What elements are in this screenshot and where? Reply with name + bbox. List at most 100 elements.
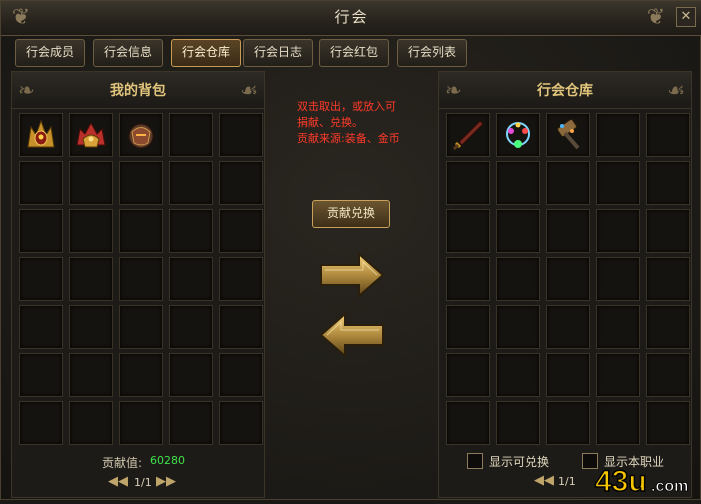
warehouse-slot[interactable] <box>596 257 640 301</box>
warehouse-slot[interactable] <box>646 305 690 349</box>
bag-slot[interactable] <box>219 209 263 253</box>
warehouse-hint: 双击取出，或放入可 捐献、兑换。 贡献来源:装备、金币 <box>297 99 437 147</box>
tab-red-packet[interactable]: 行会红包 <box>319 39 389 67</box>
tab-guild-list[interactable]: 行会列表 <box>397 39 467 67</box>
warehouse-slot[interactable] <box>496 401 540 445</box>
bag-slot[interactable] <box>69 209 113 253</box>
helmet-red-icon[interactable] <box>73 117 109 153</box>
warehouse-slot[interactable] <box>646 161 690 205</box>
warehouse-slot[interactable] <box>546 113 590 157</box>
bag-slot[interactable] <box>219 257 263 301</box>
warehouse-slot[interactable] <box>496 305 540 349</box>
bag-slot[interactable] <box>119 257 163 301</box>
bag-slot[interactable] <box>119 305 163 349</box>
warehouse-slot[interactable] <box>646 113 690 157</box>
ornament-icon: ☙ <box>667 78 685 102</box>
warehouse-slot[interactable] <box>446 353 490 397</box>
warehouse-slot[interactable] <box>596 209 640 253</box>
bag-slot[interactable] <box>119 353 163 397</box>
warehouse-slot[interactable] <box>546 161 590 205</box>
arrow-left-icon[interactable] <box>319 311 385 359</box>
necklace-icon[interactable] <box>500 117 536 153</box>
bag-slot[interactable] <box>219 401 263 445</box>
warehouse-slot[interactable] <box>546 305 590 349</box>
prev-page-icon[interactable]: ◀◀ <box>534 473 554 488</box>
arrow-right-icon[interactable] <box>319 251 385 299</box>
show-exchangeable-checkbox[interactable] <box>467 453 483 469</box>
bag-slot[interactable] <box>69 113 113 157</box>
bag-slot[interactable] <box>169 305 213 349</box>
bag-slot[interactable] <box>169 113 213 157</box>
show-exchangeable-toggle[interactable]: 显示可兑换 <box>467 453 557 471</box>
warehouse-slot[interactable] <box>496 257 540 301</box>
bag-slot[interactable] <box>69 401 113 445</box>
close-button[interactable]: ✕ <box>676 7 696 27</box>
warehouse-slot[interactable] <box>546 401 590 445</box>
warehouse-slot[interactable] <box>596 401 640 445</box>
warehouse-slot[interactable] <box>646 401 690 445</box>
warehouse-slot[interactable] <box>646 353 690 397</box>
warehouse-title: 行会仓库 <box>537 83 593 99</box>
warehouse-slot[interactable] <box>446 161 490 205</box>
hammer-icon[interactable] <box>550 117 586 153</box>
warehouse-slot[interactable] <box>446 401 490 445</box>
next-page-icon[interactable]: ▶▶ <box>156 474 176 489</box>
bag-slot[interactable] <box>169 257 213 301</box>
bag-slot[interactable] <box>19 353 63 397</box>
bag-slot[interactable] <box>69 161 113 205</box>
tab-log[interactable]: 行会日志 <box>243 39 313 67</box>
svg-text:.com: .com <box>651 478 688 495</box>
tab-members[interactable]: 行会成员 <box>15 39 85 67</box>
tab-info[interactable]: 行会信息 <box>93 39 163 67</box>
sword-icon[interactable] <box>450 117 486 153</box>
warehouse-slot[interactable] <box>646 257 690 301</box>
contribution-exchange-button[interactable]: 贡献兑换 <box>312 200 390 228</box>
bag-slot[interactable] <box>169 401 213 445</box>
contribution-value: 60280 <box>150 454 185 467</box>
bag-slot[interactable] <box>69 353 113 397</box>
bag-slot[interactable] <box>219 161 263 205</box>
tab-warehouse[interactable]: 行会仓库 <box>171 39 241 67</box>
ornament-icon: ☙ <box>240 78 258 102</box>
prev-page-icon[interactable]: ◀◀ <box>108 474 128 489</box>
helmet-gold-icon[interactable] <box>23 117 59 153</box>
warehouse-slot[interactable] <box>546 353 590 397</box>
warehouse-slot[interactable] <box>496 161 540 205</box>
bag-slot[interactable] <box>119 161 163 205</box>
bag-slot[interactable] <box>19 209 63 253</box>
warehouse-slot[interactable] <box>496 209 540 253</box>
bag-title: 我的背包 <box>110 83 166 99</box>
warehouse-slot[interactable] <box>546 257 590 301</box>
warehouse-slot[interactable] <box>446 113 490 157</box>
bag-slot[interactable] <box>19 113 63 157</box>
warehouse-slot[interactable] <box>596 113 640 157</box>
warehouse-slot[interactable] <box>496 353 540 397</box>
warehouse-slot[interactable] <box>446 209 490 253</box>
bag-slot[interactable] <box>119 209 163 253</box>
helmet-dark-icon[interactable] <box>123 117 159 153</box>
bag-slot[interactable] <box>119 113 163 157</box>
warehouse-slot[interactable] <box>446 257 490 301</box>
bag-slot[interactable] <box>19 161 63 205</box>
bag-slot[interactable] <box>219 113 263 157</box>
warehouse-slot[interactable] <box>496 113 540 157</box>
bag-slot[interactable] <box>69 305 113 349</box>
bag-slot[interactable] <box>169 353 213 397</box>
bag-slot[interactable] <box>19 257 63 301</box>
warehouse-slot[interactable] <box>596 305 640 349</box>
warehouse-slot[interactable] <box>446 305 490 349</box>
bag-slot[interactable] <box>169 209 213 253</box>
bag-slot[interactable] <box>219 305 263 349</box>
warehouse-slot[interactable] <box>546 209 590 253</box>
bag-slot[interactable] <box>219 353 263 397</box>
bag-slot[interactable] <box>119 401 163 445</box>
warehouse-slot[interactable] <box>596 161 640 205</box>
bag-slot[interactable] <box>19 401 63 445</box>
bag-slot[interactable] <box>169 161 213 205</box>
warehouse-slot[interactable] <box>646 209 690 253</box>
bag-slot[interactable] <box>19 305 63 349</box>
warehouse-slot[interactable] <box>596 353 640 397</box>
bag-slot[interactable] <box>69 257 113 301</box>
bag-pager: ◀◀ 1/1 ▶▶ <box>108 474 178 492</box>
title-bar[interactable]: ❦ 行会 ❦ ✕ <box>1 1 701 36</box>
